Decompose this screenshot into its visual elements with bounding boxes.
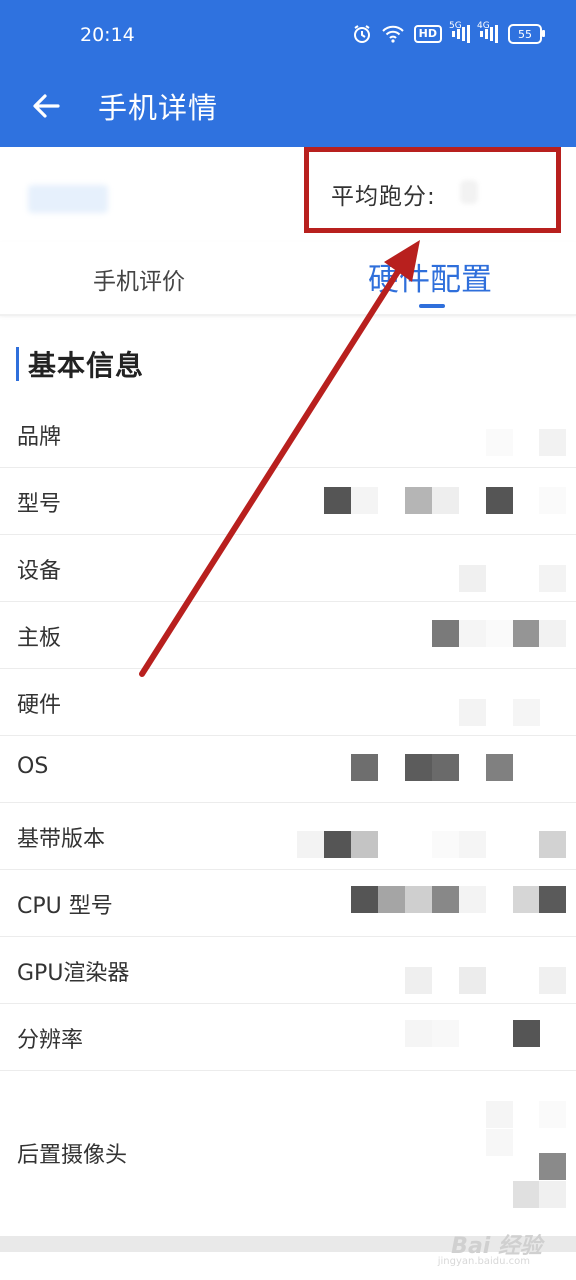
info-label: 基带版本 [17,827,106,852]
blurred-value [296,937,576,1003]
tab-bar: 手机评价 硬件配置 [0,242,576,314]
score-row: 平均跑分: [0,147,576,242]
section-title: 基本信息 [28,349,145,382]
wifi-icon [381,25,404,43]
info-row-model: 型号 [0,468,576,535]
tab-phone-review[interactable]: 手机评价 [93,262,185,296]
info-label: 品牌 [17,425,62,450]
info-label: CPU 型号 [17,894,113,919]
info-row-rear-camera: 后置摄像头 [0,1071,576,1241]
tab-hardware-config[interactable]: 硬件配置 [368,254,492,299]
status-time: 20:14 [80,24,135,46]
hd-badge: HD [413,25,442,43]
blurred-value [296,669,576,735]
info-row-hardware: 硬件 [0,669,576,736]
app-bar: 手机详情 [0,72,576,147]
average-score-label: 平均跑分: [331,184,436,210]
blurred-value [296,870,576,936]
info-row-baseband: 基带版本 [0,803,576,870]
info-row-resolution: 分辨率 [0,1004,576,1071]
page-title: 手机详情 [98,91,219,125]
info-label: 后置摄像头 [17,1143,128,1168]
blurred-value [296,1071,576,1241]
average-score-value-blurred [460,180,478,204]
info-row-mainboard: 主板 [0,602,576,669]
alarm-icon [352,24,372,44]
info-row-cpu-model: CPU 型号 [0,870,576,937]
info-label: 设备 [17,559,62,584]
info-label: 主板 [17,626,62,651]
blurred-value [296,535,576,601]
blurred-value [296,401,576,467]
signal-4g-icon: 4G [477,21,498,43]
back-arrow-icon[interactable] [28,88,64,124]
blurred-model-name [28,185,108,213]
blurred-value [296,602,576,668]
section-accent-bar [16,347,19,381]
blurred-value [296,803,576,869]
info-row-gpu-renderer: GPU渲染器 [0,937,576,1004]
divider [0,314,576,316]
info-row-os: OS [0,736,576,803]
tab-active-indicator [419,304,445,308]
info-label: OS [17,754,49,779]
section-header: 基本信息 [16,346,144,382]
signal-5g-icon: 5G [449,21,470,43]
info-row-brand: 品牌 [0,401,576,468]
blurred-value [296,1004,576,1070]
blurred-value [296,736,576,802]
status-bar: 20:14 HD 5G 4G 55 [0,0,576,72]
info-label: 分辨率 [17,1028,84,1053]
blurred-value [296,468,576,534]
battery-icon: 55 [508,24,545,44]
info-row-device: 设备 [0,535,576,602]
status-icons: HD 5G 4G 55 [352,21,545,44]
top-bar: 20:14 HD 5G 4G 55 手机详情 [0,0,576,147]
info-label: 型号 [17,492,62,517]
info-list: 品牌 型号 设备 主板 硬件 OS 基带版本 CPU 型号 GPU渲染器 分辨率… [0,401,576,1241]
watermark-url: jingyan.baidu.com [437,1256,530,1267]
info-label: 硬件 [17,693,62,718]
info-label: GPU渲染器 [17,961,130,986]
